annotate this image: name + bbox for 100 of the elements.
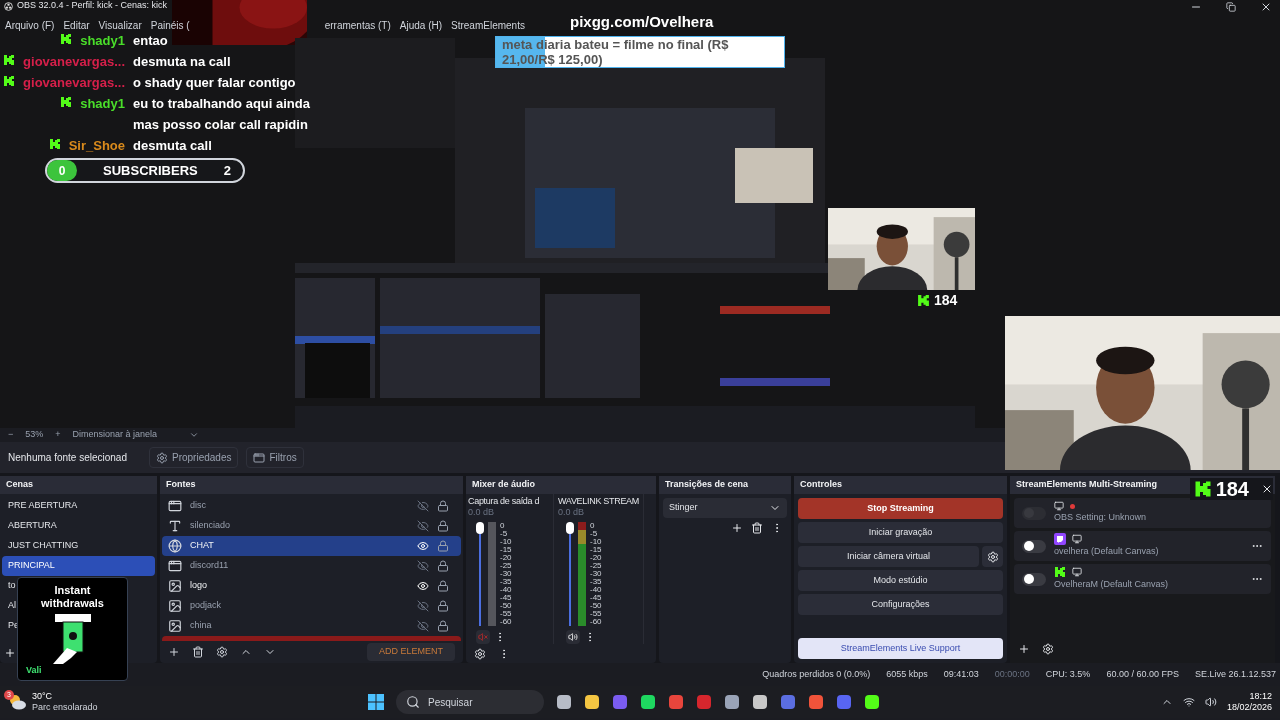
scene-item[interactable]: PRINCIPAL xyxy=(2,556,155,576)
zoom-out-button[interactable]: − xyxy=(8,428,14,442)
scale-label: -60 xyxy=(500,618,512,626)
start-icon[interactable] xyxy=(368,694,384,710)
transition-dropdown[interactable]: Stinger xyxy=(663,498,787,518)
source-item[interactable]: discord11 xyxy=(162,556,461,576)
twitch-icon xyxy=(1054,533,1066,546)
control-button[interactable]: Iniciar câmera virtual xyxy=(798,546,979,567)
chat-message: o shady quer falar contigo xyxy=(133,74,296,92)
menu-item[interactable]: erramentas (T) xyxy=(324,18,391,33)
taskbar-app-icon[interactable] xyxy=(864,694,880,710)
source-item[interactable]: china xyxy=(162,616,461,636)
scale-label: -60 xyxy=(590,618,602,626)
menu-item[interactable]: Visualizar xyxy=(98,18,142,33)
taskbar-app-icon[interactable] xyxy=(724,694,740,710)
source-item[interactable]: podjack xyxy=(162,596,461,616)
chat-message: entao xyxy=(133,32,168,50)
muted-icon xyxy=(478,632,488,642)
stop-streaming-button[interactable]: Stop Streaming xyxy=(798,498,1003,519)
gear-icon xyxy=(156,451,168,464)
eye-off-icon[interactable] xyxy=(417,620,429,632)
kick-icon xyxy=(1054,566,1066,579)
menu-item[interactable]: Editar xyxy=(63,18,90,33)
ad-footer: Vali xyxy=(26,664,42,678)
source-item[interactable]: disc xyxy=(162,496,461,516)
source-item[interactable]: logo xyxy=(162,576,461,596)
taskbar-app-icon[interactable] xyxy=(584,694,600,710)
scale-label: -20 xyxy=(500,554,512,562)
scale-label: -45 xyxy=(590,594,602,602)
trash-icon[interactable] xyxy=(192,646,204,658)
volume-slider[interactable] xyxy=(476,522,484,626)
scale-label: -25 xyxy=(590,562,602,570)
scale-label: -55 xyxy=(590,610,602,618)
eye-off-icon[interactable] xyxy=(417,560,429,572)
add-icon[interactable] xyxy=(168,646,180,658)
dock-title: Cenas xyxy=(0,476,157,494)
add-icon[interactable] xyxy=(4,647,16,659)
dock-title: Fontes xyxy=(160,476,463,494)
add-element-button[interactable]: ADD ELEMENT xyxy=(367,643,455,661)
lock-icon[interactable] xyxy=(437,540,449,552)
scene-item[interactable]: ABERTURA xyxy=(2,516,155,536)
scale-mode-dropdown[interactable]: Dimensionar à janela xyxy=(72,428,200,442)
wifi-icon[interactable] xyxy=(1182,696,1195,708)
slider-thumb[interactable] xyxy=(566,522,574,534)
zoom-in-button[interactable]: + xyxy=(55,428,61,442)
eye-off-icon[interactable] xyxy=(417,500,429,512)
scale-label: -40 xyxy=(590,586,602,594)
control-button[interactable]: Configurações xyxy=(798,594,1003,615)
add-icon[interactable] xyxy=(731,522,743,534)
lock-icon[interactable] xyxy=(437,620,449,632)
gear-icon[interactable] xyxy=(216,646,228,658)
eye-off-icon[interactable] xyxy=(417,520,429,532)
clock-time: 18:12 xyxy=(1249,691,1272,702)
gear-icon[interactable] xyxy=(474,647,486,660)
source-item[interactable]: silenciado xyxy=(162,516,461,536)
lock-icon[interactable] xyxy=(437,600,449,612)
kick-logo-icon xyxy=(3,54,16,66)
source-item[interactable]: CHAT xyxy=(162,536,461,556)
eye-off-icon[interactable] xyxy=(417,600,429,612)
chat-username: Sir_Shoe xyxy=(68,138,125,154)
menu-item[interactable]: Ajuda (H) xyxy=(399,18,443,33)
settings-button[interactable] xyxy=(982,546,1003,567)
slider-thumb[interactable] xyxy=(476,522,484,534)
lock-icon[interactable] xyxy=(437,580,449,592)
stream-target-name: ovelhera (Default Canvas) xyxy=(1054,545,1160,559)
close-icon[interactable] xyxy=(1261,483,1273,495)
lock-icon[interactable] xyxy=(437,560,449,572)
scene-item[interactable]: JUST CHATTING xyxy=(2,536,155,556)
status-item: SE.Live 26.1.12.537 xyxy=(1194,667,1276,681)
support-button[interactable]: StreamElements Live Support xyxy=(798,638,1003,659)
control-button[interactable]: Iniciar gravação xyxy=(798,522,1003,543)
trash-icon[interactable] xyxy=(751,522,763,534)
add-icon[interactable] xyxy=(1018,643,1030,655)
lock-icon[interactable] xyxy=(437,520,449,532)
lock-icon[interactable] xyxy=(437,500,449,512)
taskbar-search-field[interactable]: Pesquisar xyxy=(396,690,544,714)
toolbar-button[interactable]: Propriedades xyxy=(149,447,239,468)
taskbar-app-icon[interactable] xyxy=(556,694,572,710)
chat-username: giovanevargas... xyxy=(23,54,125,70)
menu-item[interactable]: Arquivo (F) xyxy=(5,18,55,33)
restore-icon[interactable] xyxy=(1226,2,1236,12)
eye-icon[interactable] xyxy=(417,580,429,592)
channel-name: WAVELINK STREAM xyxy=(558,496,640,507)
chat-username: shady1 xyxy=(80,96,125,112)
eye-icon[interactable] xyxy=(417,540,429,552)
gear-icon[interactable] xyxy=(1042,643,1054,655)
weather-icon xyxy=(8,694,26,710)
taskbar-app-icon[interactable] xyxy=(640,694,656,710)
toggle-switch[interactable] xyxy=(1022,539,1046,553)
mute-button[interactable] xyxy=(566,630,580,644)
kick-logo-icon xyxy=(1193,480,1212,498)
speaker-icon[interactable] xyxy=(1204,696,1217,708)
toolbar-button[interactable]: Filtros xyxy=(246,447,304,468)
taskbar-app-icon[interactable] xyxy=(752,694,768,710)
close-icon[interactable] xyxy=(1260,1,1272,13)
volume-slider[interactable] xyxy=(566,522,574,626)
scene-item[interactable]: PRE ABERTURA xyxy=(2,496,155,516)
control-button[interactable]: Modo estúdio xyxy=(798,570,1003,591)
toggle-switch[interactable] xyxy=(1022,572,1046,586)
menu-item[interactable]: StreamElements xyxy=(451,18,525,33)
